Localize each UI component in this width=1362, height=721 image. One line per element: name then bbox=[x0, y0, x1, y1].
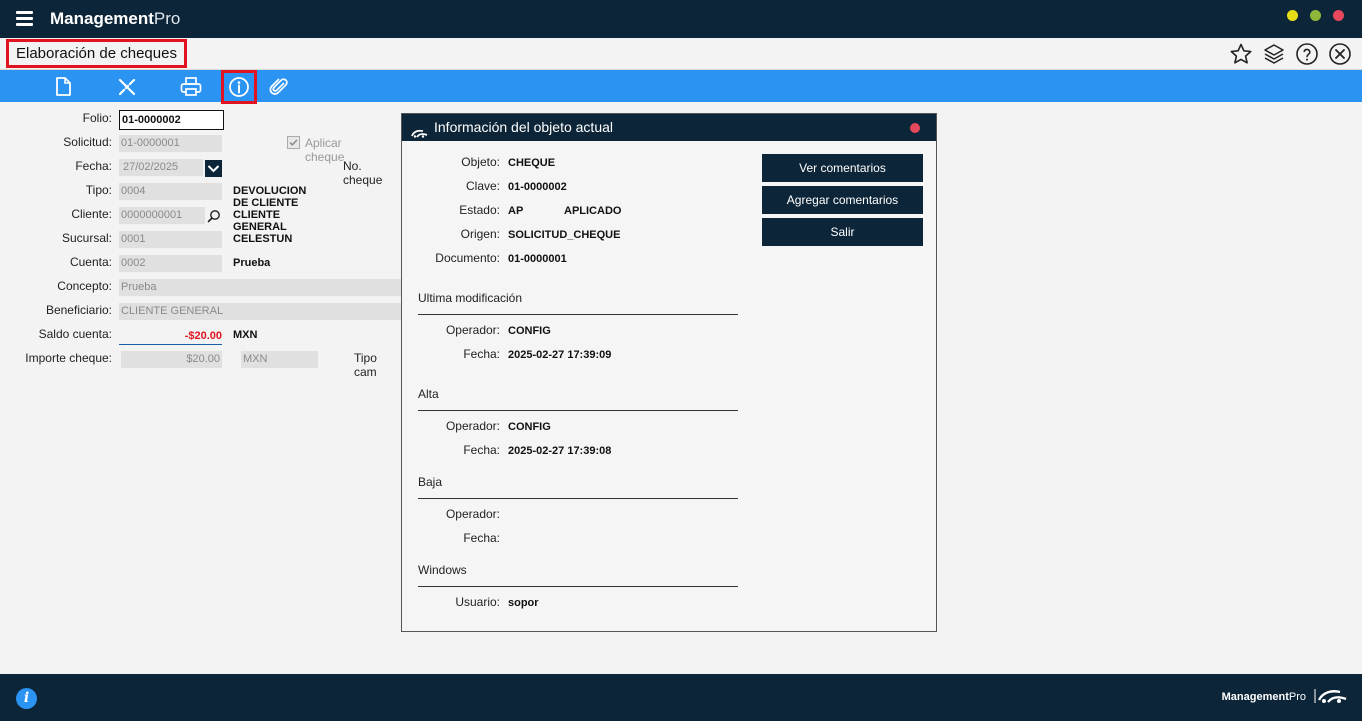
objeto-value: CHEQUE bbox=[508, 157, 556, 169]
aplicar-cheque-label: Aplicar cheque bbox=[305, 136, 345, 164]
no-cheque-label: No. cheque bbox=[343, 159, 383, 187]
aplicar-cheque-checkbox[interactable] bbox=[287, 136, 300, 149]
toolbar bbox=[0, 70, 1362, 104]
concepto-field[interactable]: Prueba bbox=[119, 279, 401, 296]
baja-fecha-label: Fecha: bbox=[463, 531, 500, 545]
title-bar: Elaboración de cheques bbox=[0, 38, 1362, 70]
origen-value: SOLICITUD_CHEQUE bbox=[508, 229, 621, 241]
solicitud-label: Solicitud: bbox=[63, 135, 112, 149]
cliente-field[interactable]: 0000000001 bbox=[119, 207, 205, 224]
print-icon[interactable] bbox=[178, 74, 204, 100]
maximize-window-button[interactable] bbox=[1310, 10, 1321, 21]
solicitud-field[interactable]: 01-0000001 bbox=[119, 135, 222, 152]
divider bbox=[418, 410, 738, 411]
folio-label: Folio: bbox=[82, 111, 112, 125]
concepto-label: Concepto: bbox=[57, 279, 112, 293]
favorite-star-icon[interactable] bbox=[1229, 42, 1253, 66]
tipo-field[interactable]: 0004 bbox=[119, 183, 222, 200]
tipo-label: Tipo: bbox=[85, 183, 112, 197]
beneficiario-field[interactable]: CLIENTE GENERAL bbox=[119, 303, 401, 320]
new-document-icon[interactable] bbox=[50, 74, 76, 100]
baja-heading: Baja bbox=[418, 475, 443, 489]
ultima-fecha-label: Fecha: bbox=[463, 347, 500, 361]
origen-label: Origen: bbox=[460, 227, 500, 241]
sucursal-field[interactable]: 0001 bbox=[119, 231, 222, 248]
date-picker-button[interactable] bbox=[205, 160, 222, 177]
fecha-field[interactable]: 27/02/2025 bbox=[119, 159, 203, 176]
documento-value: 01-0000001 bbox=[508, 253, 567, 265]
objeto-label: Objeto: bbox=[461, 155, 500, 169]
brand-logo-icon bbox=[1314, 688, 1348, 708]
ver-comentarios-button[interactable]: Ver comentarios bbox=[762, 154, 923, 182]
alta-operador-value: CONFIG bbox=[508, 421, 551, 433]
search-icon[interactable] bbox=[207, 208, 221, 227]
app-header: ManagementPro bbox=[0, 0, 1362, 38]
agregar-comentarios-button[interactable]: Agregar comentarios bbox=[762, 186, 923, 214]
saldo-cuenta-value: -$20.00 bbox=[119, 327, 222, 345]
cuenta-label: Cuenta: bbox=[69, 255, 112, 269]
salir-button[interactable]: Salir bbox=[762, 218, 923, 246]
cliente-description: CLIENTE GENERAL bbox=[233, 209, 287, 233]
alta-heading: Alta bbox=[418, 387, 439, 401]
folio-input[interactable]: 01-0000002 bbox=[119, 110, 224, 130]
close-screen-icon[interactable] bbox=[1328, 42, 1352, 66]
cliente-label: Cliente: bbox=[71, 207, 112, 221]
beneficiario-label: Beneficiario: bbox=[45, 303, 112, 317]
clave-label: Clave: bbox=[465, 179, 500, 193]
alta-fecha-label: Fecha: bbox=[463, 443, 500, 457]
saldo-currency: MXN bbox=[233, 329, 258, 341]
tipo-description: DEVOLUCION DE CLIENTE bbox=[233, 185, 307, 209]
cancel-icon[interactable] bbox=[114, 74, 140, 100]
importe-cheque-field[interactable]: $20.00 bbox=[121, 351, 222, 368]
sucursal-label: Sucursal: bbox=[61, 231, 112, 245]
cuenta-description: Prueba bbox=[233, 257, 271, 269]
baja-operador-label: Operador: bbox=[445, 507, 500, 521]
layers-icon[interactable] bbox=[1262, 42, 1286, 66]
divider bbox=[418, 498, 738, 499]
ultima-modificacion-heading: Ultima modificación bbox=[418, 291, 523, 305]
importe-cheque-label: Importe cheque: bbox=[25, 351, 112, 365]
app-brand: ManagementPro bbox=[50, 9, 181, 28]
windows-heading: Windows bbox=[418, 563, 467, 577]
dialog-close-button[interactable] bbox=[910, 123, 920, 133]
tipo-cambio-label: Tipo cam bbox=[354, 351, 377, 379]
estado-code: AP bbox=[508, 205, 524, 217]
ultima-fecha-value: 2025-02-27 17:39:09 bbox=[508, 349, 612, 361]
saldo-cuenta-label: Saldo cuenta: bbox=[38, 327, 112, 341]
status-bar: i ManagementPro bbox=[0, 674, 1362, 721]
alta-operador-label: Operador: bbox=[445, 419, 500, 433]
dialog-header: Información del objeto actual bbox=[402, 114, 936, 141]
divider bbox=[418, 586, 738, 587]
help-icon[interactable] bbox=[1295, 42, 1319, 66]
close-window-button[interactable] bbox=[1333, 10, 1344, 21]
dialog-title: Información del objeto actual bbox=[434, 119, 613, 135]
brand-logo-icon bbox=[411, 123, 428, 142]
minimize-window-button[interactable] bbox=[1287, 10, 1298, 21]
info-icon[interactable]: i bbox=[16, 688, 37, 709]
documento-label: Documento: bbox=[435, 251, 500, 265]
title-actions bbox=[1229, 42, 1352, 66]
object-info-dialog: Información del objeto actual Objeto: CH… bbox=[401, 113, 937, 632]
page-title: Elaboración de cheques bbox=[6, 39, 187, 68]
estado-label: Estado: bbox=[459, 203, 500, 217]
usuario-value: sopor bbox=[508, 597, 539, 609]
ultima-operador-value: CONFIG bbox=[508, 325, 551, 337]
sucursal-description: CELESTUN bbox=[233, 233, 293, 245]
footer-brand: ManagementPro bbox=[1221, 691, 1306, 703]
estado-description: APLICADO bbox=[564, 205, 622, 217]
usuario-label: Usuario: bbox=[455, 595, 500, 609]
importe-currency-field[interactable]: MXN bbox=[241, 351, 318, 368]
attach-icon[interactable] bbox=[266, 74, 292, 100]
info-icon[interactable] bbox=[221, 70, 257, 104]
ultima-operador-label: Operador: bbox=[445, 323, 500, 337]
alta-fecha-value: 2025-02-27 17:39:08 bbox=[508, 445, 612, 457]
fecha-label: Fecha: bbox=[75, 159, 112, 173]
cuenta-field[interactable]: 0002 bbox=[119, 255, 222, 272]
clave-value: 01-0000002 bbox=[508, 181, 567, 193]
menu-icon[interactable] bbox=[16, 11, 33, 26]
divider bbox=[418, 314, 738, 315]
